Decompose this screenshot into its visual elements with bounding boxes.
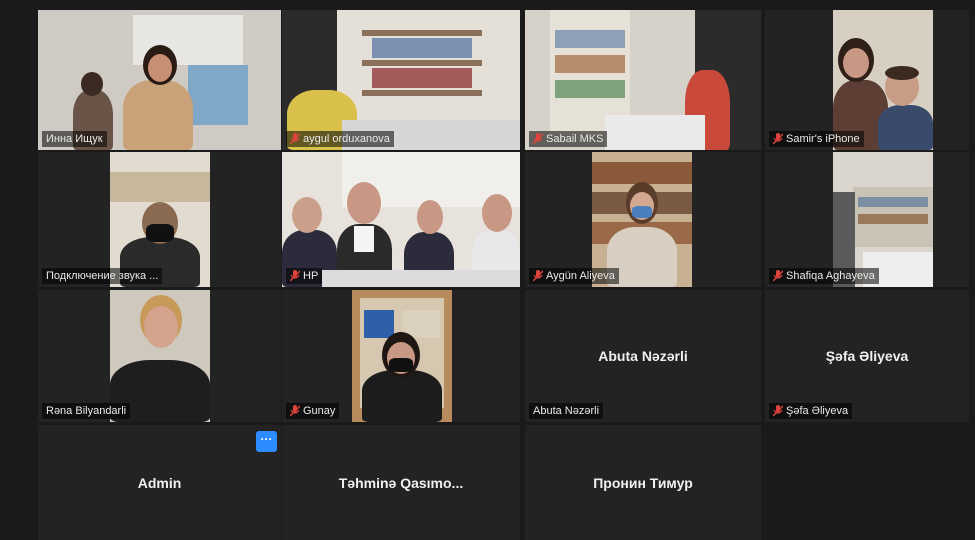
participant-tile-5[interactable]: Подключение звука ... bbox=[38, 152, 281, 287]
participant-name: Gunay bbox=[303, 405, 336, 417]
mic-muted-icon bbox=[289, 270, 301, 282]
participant-tile-3[interactable]: Sabail MKS bbox=[525, 10, 761, 150]
video-feed bbox=[110, 152, 210, 287]
participant-name: Aygün Aliyeva bbox=[546, 270, 615, 282]
participant-name: Подключение звука ... bbox=[46, 270, 159, 282]
participant-name-label: Подключение звука ... bbox=[42, 268, 163, 284]
mic-muted-icon bbox=[532, 133, 544, 145]
participant-display-name: Abuta Nəzərli bbox=[598, 348, 688, 364]
participant-tile-7[interactable]: Aygün Aliyeva bbox=[525, 152, 761, 287]
participant-name: Abuta Nəzərli bbox=[533, 405, 600, 417]
participant-name: Şəfa Əliyeva bbox=[786, 405, 849, 417]
participant-name-label: Инна Ищук bbox=[42, 131, 107, 147]
participant-name-label: aygul orduxanova bbox=[286, 131, 394, 147]
participant-tile-14[interactable]: Təhminə Qasımo... bbox=[282, 425, 520, 540]
participant-name: Sabail MKS bbox=[546, 133, 604, 145]
participant-name: aygul orduxanova bbox=[303, 133, 390, 145]
video-feed bbox=[352, 290, 452, 422]
video-feed bbox=[833, 10, 933, 150]
participant-name-label: Rəna Bilyandarli bbox=[42, 403, 131, 419]
participant-name: Rəna Bilyandarli bbox=[46, 405, 127, 417]
video-feed bbox=[282, 10, 520, 150]
participant-name-label: HP bbox=[286, 268, 323, 284]
participant-name: Shafiqa Aghayeva bbox=[786, 270, 875, 282]
participant-name-label: Gunay bbox=[286, 403, 340, 419]
participant-name: Инна Ищук bbox=[46, 133, 103, 145]
participant-display-name: Пронин Тимур bbox=[593, 474, 693, 491]
mic-muted-icon bbox=[289, 405, 301, 417]
participant-name-label: Şəfa Əliyeva bbox=[769, 403, 853, 419]
participant-tile-2[interactable]: aygul orduxanova bbox=[282, 10, 520, 150]
video-feed bbox=[592, 152, 692, 287]
participant-tile-10[interactable]: Gunay bbox=[282, 290, 520, 422]
mic-muted-icon bbox=[772, 270, 784, 282]
video-feed bbox=[525, 10, 761, 150]
participant-tile-6[interactable]: HP bbox=[282, 152, 520, 287]
participant-tile-8[interactable]: Shafiqa Aghayeva bbox=[765, 152, 969, 287]
participant-name-label: Aygün Aliyeva bbox=[529, 268, 619, 284]
video-feed bbox=[833, 152, 933, 287]
participant-tile-4[interactable]: Samir's iPhone bbox=[765, 10, 969, 150]
participant-display-name: Təhminə Qasımo... bbox=[338, 474, 464, 491]
participant-display-name: Şəfa Əliyeva bbox=[825, 348, 909, 364]
participant-tile-9[interactable]: Rəna Bilyandarli bbox=[38, 290, 281, 422]
participant-tile-1[interactable]: Инна Ищук bbox=[38, 10, 281, 150]
participant-display-name: Admin bbox=[137, 474, 182, 491]
participant-tile-12[interactable]: Şəfa Əliyeva Şəfa Əliyeva bbox=[765, 290, 969, 422]
mic-muted-icon bbox=[772, 405, 784, 417]
participant-tile-11[interactable]: Abuta Nəzərli Abuta Nəzərli bbox=[525, 290, 761, 422]
participant-name-label: Samir's iPhone bbox=[769, 131, 864, 147]
video-feed bbox=[282, 152, 520, 287]
video-feed bbox=[38, 10, 281, 150]
participant-name-label: Shafiqa Aghayeva bbox=[769, 268, 879, 284]
participant-name-label: Abuta Nəzərli bbox=[529, 403, 604, 419]
mic-muted-icon bbox=[532, 270, 544, 282]
participant-name-label: Sabail MKS bbox=[529, 131, 608, 147]
mic-muted-icon bbox=[289, 133, 301, 145]
participant-tile-15[interactable]: Пронин Тимур bbox=[525, 425, 761, 540]
participant-tile-13[interactable]: ··· Admin bbox=[38, 425, 281, 540]
participant-name: HP bbox=[303, 270, 319, 282]
more-options-button[interactable]: ··· bbox=[256, 431, 277, 452]
participant-name: Samir's iPhone bbox=[786, 133, 860, 145]
mic-muted-icon bbox=[772, 133, 784, 145]
